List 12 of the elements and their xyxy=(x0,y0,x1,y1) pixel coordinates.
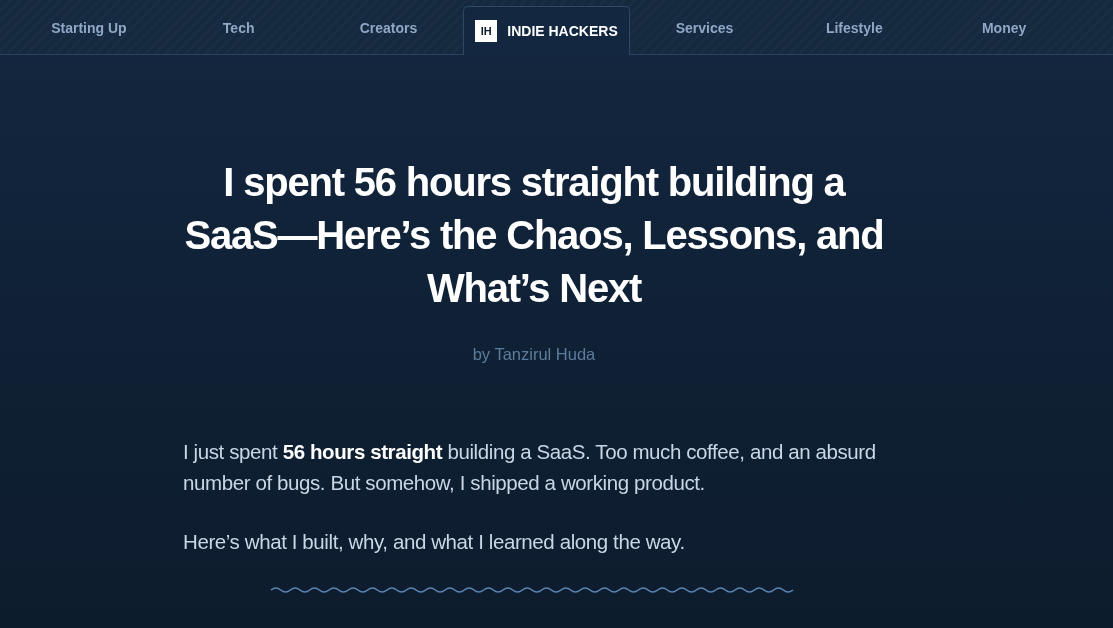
article-paragraph: I just spent 56 hours straight building a SaaS. Too much coffee, and an absurd number of bugs. But somehow, I shipped a working product. xyxy=(183,439,877,496)
nav-tab[interactable]: Money xyxy=(929,6,1079,55)
nav-tab[interactable]: Starting Up xyxy=(14,6,164,55)
author-byline: by Tanzirul Huda xyxy=(471,344,597,365)
article-title: I spent 56 hours straight building a SaaS—Here’s the Chaos, Lessons, and What’s Next xyxy=(183,159,885,312)
article-paragraph: Here’s what I built, why, and what I learned along the way. xyxy=(183,529,686,555)
nav-tab[interactable]: Services xyxy=(629,6,780,55)
nav-tab[interactable]: IH INDIE HACKERS xyxy=(463,6,630,55)
nav-tab[interactable]: Creators xyxy=(313,6,464,55)
nav-tab[interactable]: Tech xyxy=(163,6,314,55)
nav-tab[interactable]: Lifestyle xyxy=(779,6,930,55)
logo: IH xyxy=(475,19,498,42)
